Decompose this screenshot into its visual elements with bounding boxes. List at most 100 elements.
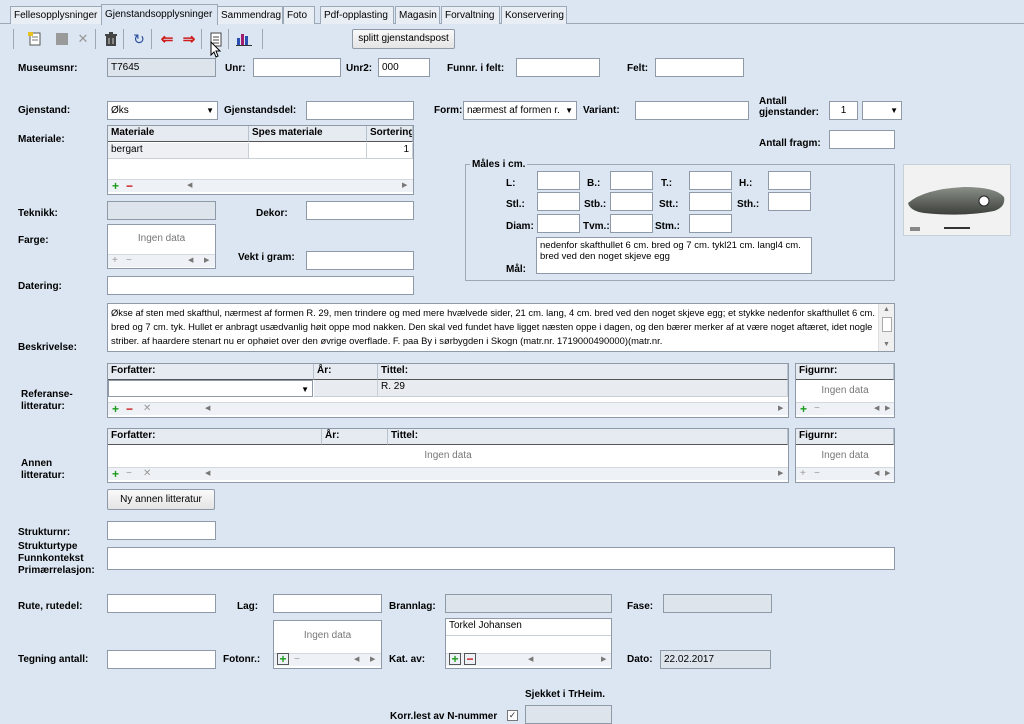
kat-av-cell[interactable]: Torkel Johansen [446, 619, 611, 636]
sortering-column-header[interactable]: Sortering [367, 126, 413, 142]
remove-row-icon[interactable]: − [294, 654, 300, 666]
remove-row-icon[interactable]: − [464, 653, 476, 665]
refresh-icon[interactable]: ↻ [128, 28, 150, 50]
scroll-left-icon[interactable]: ◀ [874, 468, 879, 479]
add-row-icon[interactable]: + [112, 255, 118, 267]
save-icon[interactable] [51, 28, 73, 50]
scroll-right-icon[interactable]: ▶ [204, 255, 209, 266]
diam-field[interactable] [537, 214, 580, 233]
tab-magasin[interactable]: Magasin [395, 6, 440, 24]
scroll-right-icon[interactable]: ▶ [370, 654, 375, 665]
forfatter-column-header[interactable]: Forfatter: [108, 429, 322, 445]
scroll-right-icon[interactable]: ▶ [778, 468, 783, 479]
delete-icon[interactable] [100, 28, 122, 50]
h-field[interactable] [768, 171, 811, 190]
dekor-field[interactable] [306, 201, 414, 220]
felt-field[interactable] [655, 58, 744, 77]
add-row-icon[interactable]: + [800, 403, 807, 415]
b-field[interactable] [610, 171, 653, 190]
materiale-grid[interactable]: Materiale Spes materiale Sortering berga… [107, 125, 414, 195]
ref-figurnr-grid[interactable]: Figurnr: Ingen data + − ◀ ▶ [795, 363, 895, 418]
scrollbar-thumb[interactable] [882, 317, 892, 332]
chart-icon[interactable] [233, 28, 255, 50]
strukturnr-field[interactable] [107, 521, 216, 540]
brannlag-field[interactable] [445, 594, 612, 613]
stb-field[interactable] [610, 192, 653, 211]
unr-field[interactable] [253, 58, 341, 77]
add-row-icon[interactable]: + [112, 180, 119, 192]
scroll-left-icon[interactable]: ◀ [528, 654, 533, 665]
tab-forvaltning[interactable]: Forvaltning [441, 6, 500, 24]
stt-field[interactable] [689, 192, 732, 211]
add-row-icon[interactable]: + [800, 468, 806, 480]
lag-field[interactable] [273, 594, 382, 613]
l-field[interactable] [537, 171, 580, 190]
remove-row-icon[interactable]: − [814, 403, 820, 415]
delete-row-icon[interactable]: ✕ [143, 403, 151, 415]
scroll-left-icon[interactable]: ◀ [205, 403, 210, 414]
t-field[interactable] [689, 171, 732, 190]
tvm-field[interactable] [610, 214, 653, 233]
tab-fellesopplysninger[interactable]: Fellesopplysninger [10, 6, 102, 24]
scroll-left-icon[interactable]: ◀ [188, 255, 193, 266]
antall-gjenstander-field[interactable]: 1 [829, 101, 858, 120]
gjenstand-select[interactable]: Øks ▼ [107, 101, 218, 120]
scroll-left-icon[interactable]: ◀ [205, 468, 210, 479]
spes-materiale-column-header[interactable]: Spes materiale [249, 126, 367, 142]
figurnr-column-header[interactable]: Figurnr: [796, 429, 894, 445]
scroll-left-icon[interactable]: ◀ [354, 654, 359, 665]
remove-row-icon[interactable]: − [814, 468, 820, 480]
ny-annen-litteratur-button[interactable]: Ny annen litteratur [107, 489, 215, 510]
cancel-icon[interactable]: ✕ [72, 28, 94, 50]
checkbox-icon[interactable]: ✓ [507, 710, 518, 721]
materiale-cell[interactable]: bergart [108, 143, 249, 159]
ar-cell[interactable] [314, 380, 378, 397]
scroll-right-icon[interactable]: ▶ [601, 654, 606, 665]
next-icon[interactable]: ⇒ [178, 28, 200, 50]
variant-field[interactable] [635, 101, 749, 120]
datering-field[interactable] [107, 276, 414, 295]
tab-konservering[interactable]: Konservering [501, 6, 567, 24]
scroll-up-icon[interactable]: ▲ [883, 304, 890, 315]
stl-field[interactable] [537, 192, 580, 211]
scroll-right-icon[interactable]: ▶ [885, 468, 890, 479]
tab-sammendrag[interactable]: Sammendrag [217, 6, 283, 24]
beskrivelse-textarea[interactable]: Økse af sten med skafthul, nærmest af fo… [107, 303, 895, 352]
tittel-column-header[interactable]: Tittel: [378, 364, 788, 380]
remove-row-icon[interactable]: − [126, 403, 133, 415]
antall-gjenstander-unit-select[interactable]: ▼ [862, 101, 902, 120]
beskrivelse-scrollbar[interactable]: ▲ ▼ [878, 304, 894, 351]
kat-av-grid[interactable]: Torkel Johansen + − ◀ ▶ [445, 618, 612, 669]
add-row-icon[interactable]: + [277, 653, 289, 665]
forfatter-select[interactable]: ▼ [108, 380, 313, 397]
remove-row-icon[interactable]: − [126, 255, 132, 267]
antall-fragm-field[interactable] [829, 130, 895, 149]
teknikk-field[interactable] [107, 201, 216, 220]
tab-pdf-opplasting[interactable]: Pdf-opplasting [320, 6, 394, 24]
vekt-field[interactable] [306, 251, 414, 270]
figurnr-column-header[interactable]: Figurnr: [796, 364, 894, 380]
scroll-left-icon[interactable]: ◀ [874, 403, 879, 414]
scroll-right-icon[interactable]: ▶ [885, 403, 890, 414]
referanselitteratur-grid[interactable]: Forfatter: År: Tittel: ▼ R. 29 + − ✕ ◀ ▶ [107, 363, 789, 418]
tittel-cell[interactable]: R. 29 [378, 380, 788, 397]
tegning-field[interactable] [107, 650, 216, 669]
fotonr-grid[interactable]: Ingen data + − ◀ ▶ [273, 620, 382, 669]
form-select[interactable]: nærmest af formen r. ▼ [463, 101, 577, 120]
tab-foto[interactable]: Foto [283, 6, 315, 24]
unr2-field[interactable]: 000 [378, 58, 430, 77]
scroll-right-icon[interactable]: ▶ [778, 403, 783, 414]
remove-row-icon[interactable]: − [126, 468, 132, 480]
add-row-icon[interactable]: + [112, 468, 119, 480]
sortering-cell[interactable]: 1 [367, 143, 413, 159]
delete-row-icon[interactable]: ✕ [143, 468, 151, 480]
spes-materiale-cell[interactable] [249, 143, 367, 159]
ar-column-header[interactable]: År: [314, 364, 378, 380]
scroll-right-icon[interactable]: ▶ [402, 180, 407, 191]
object-photo-thumbnail[interactable] [903, 164, 1011, 236]
annen-litteratur-grid[interactable]: Forfatter: År: Tittel: Ingen data + − ✕ … [107, 428, 789, 483]
ar-column-header[interactable]: År: [322, 429, 388, 445]
sth-field[interactable] [768, 192, 811, 211]
farge-grid[interactable]: Ingen data + − ◀ ▶ [107, 224, 216, 269]
stm-field[interactable] [689, 214, 732, 233]
